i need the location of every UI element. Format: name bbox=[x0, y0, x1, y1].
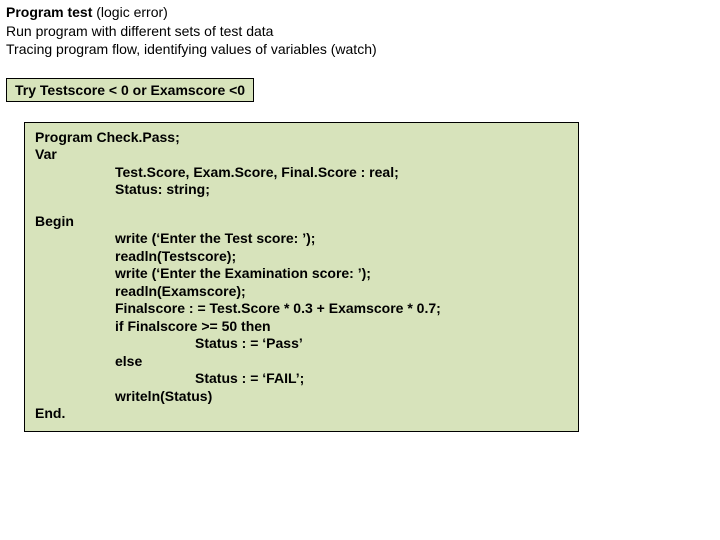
header-line-3: Tracing program flow, identifying values… bbox=[6, 41, 714, 59]
code-line: Var bbox=[35, 146, 568, 164]
code-line: Program Check.Pass; bbox=[35, 129, 568, 147]
title-bold: Program test bbox=[6, 4, 96, 20]
code-line: Status : = ‘FAIL’; bbox=[195, 370, 568, 388]
code-box: Program Check.Pass; Var Test.Score, Exam… bbox=[24, 122, 579, 432]
code-line: Begin bbox=[35, 213, 568, 231]
code-line: readln(Testscore); bbox=[115, 248, 568, 266]
code-line: readln(Examscore); bbox=[115, 283, 568, 301]
header-line-1: Program test (logic error) bbox=[6, 4, 714, 22]
code-line: write (‘Enter the Examination score: ’); bbox=[115, 265, 568, 283]
code-line: if Finalscore >= 50 then bbox=[115, 318, 568, 336]
code-line: Test.Score, Exam.Score, Final.Score : re… bbox=[115, 164, 568, 182]
header-line-2: Run program with different sets of test … bbox=[6, 23, 714, 41]
blank-line bbox=[35, 199, 568, 213]
code-line: Finalscore : = Test.Score * 0.3 + Examsc… bbox=[115, 300, 568, 318]
hint-box: Try Testscore < 0 or Examscore <0 bbox=[6, 78, 254, 102]
title-rest: (logic error) bbox=[96, 4, 168, 20]
code-line: Status: string; bbox=[115, 181, 568, 199]
code-line: End. bbox=[35, 405, 568, 423]
code-line: else bbox=[115, 353, 568, 371]
code-line: writeln(Status) bbox=[115, 388, 568, 406]
code-line: write (‘Enter the Test score: ’); bbox=[115, 230, 568, 248]
code-line: Status : = ‘Pass’ bbox=[195, 335, 568, 353]
